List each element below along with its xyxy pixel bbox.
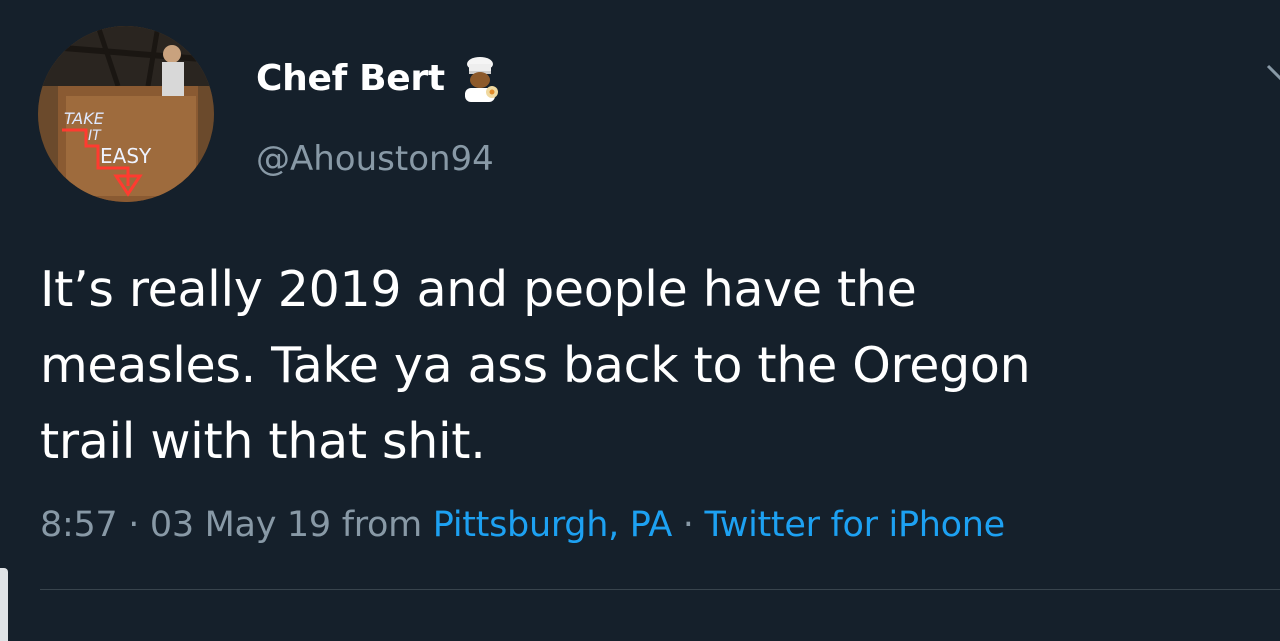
avatar-sign-take: TAKE <box>64 109 105 128</box>
cook-emoji-icon <box>459 56 501 102</box>
user-handle[interactable]: @Ahouston94 <box>256 134 494 184</box>
tweet-card: TAKE IT EASY Chef Bert @Ahouston94 It’s … <box>0 0 1280 641</box>
edge-handle <box>0 568 8 641</box>
source-link[interactable]: Twitter for iPhone <box>704 505 1005 545</box>
meta-separator: · <box>671 505 705 545</box>
tweet-text-line: trail with that shit. <box>40 413 486 470</box>
chevron-down-icon[interactable] <box>1266 58 1280 84</box>
avatar-sign-easy: EASY <box>100 144 152 168</box>
meta-separator: · <box>117 505 150 545</box>
divider <box>40 589 1280 590</box>
tweet-text: It’s really 2019 and people have the mea… <box>40 252 1240 480</box>
display-name-row[interactable]: Chef Bert <box>256 52 501 106</box>
tweet-date[interactable]: 03 May 19 <box>150 505 331 545</box>
from-label: from <box>330 505 433 545</box>
tweet-time[interactable]: 8:57 <box>40 505 118 545</box>
location-link[interactable]: Pittsburgh, PA <box>433 505 672 545</box>
tweet-text-line: measles. Take ya ass back to the Oregon <box>40 337 1031 394</box>
avatar-image: TAKE IT EASY <box>38 26 214 202</box>
tweet-meta: 8:57 · 03 May 19 from Pittsburgh, PA · T… <box>40 500 1005 550</box>
tweet-text-line: It’s really 2019 and people have the <box>40 261 917 318</box>
avatar[interactable]: TAKE IT EASY <box>38 26 214 202</box>
avatar-sign-it: IT <box>88 128 102 144</box>
display-name[interactable]: Chef Bert <box>256 52 445 106</box>
